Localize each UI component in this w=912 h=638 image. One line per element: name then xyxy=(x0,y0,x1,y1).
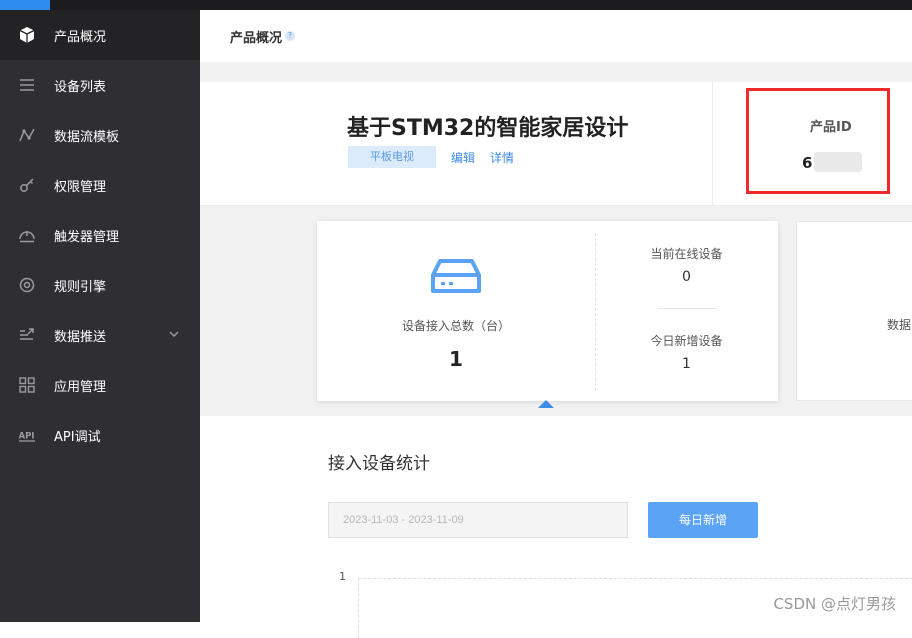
y-axis-tick: 1 xyxy=(339,570,346,583)
sidebar-item-label: 权限管理 xyxy=(54,176,106,195)
grid-icon xyxy=(18,376,36,394)
watermark: CSDN @点灯男孩 xyxy=(773,593,896,614)
key-icon xyxy=(18,176,36,194)
section-title: 接入设备统计 xyxy=(328,449,430,474)
trigger-icon xyxy=(18,226,36,244)
edit-link[interactable]: 编辑 xyxy=(451,149,475,166)
sidebar-item-label: 数据推送 xyxy=(54,326,106,345)
sidebar-item-label: 设备列表 xyxy=(54,76,106,95)
svg-text:API: API xyxy=(19,432,35,442)
date-range-input[interactable]: 2023-11-03 - 2023-11-09 xyxy=(328,502,628,538)
sidebar-item-label: 产品概况 xyxy=(54,26,106,45)
sidebar-item-label: API调试 xyxy=(54,426,101,445)
online-devices-value: 0 xyxy=(595,269,778,285)
device-stats-card: 设备接入总数（台） 1 当前在线设备 0 今日新增设备 1 xyxy=(317,221,778,401)
cube-icon xyxy=(18,26,36,44)
product-info-panel: 基于STM32的智能家居设计 平板电视 编辑 详情 产品ID 61 xyxy=(200,82,912,206)
top-bar xyxy=(0,0,912,10)
sidebar-item-permissions[interactable]: 权限管理 xyxy=(0,160,200,210)
sidebar-item-label: 规则引擎 xyxy=(54,276,106,295)
sidebar-item-device-list[interactable]: 设备列表 xyxy=(0,60,200,110)
help-icon[interactable]: ? xyxy=(285,31,295,41)
daily-new-button[interactable]: 每日新增 xyxy=(648,502,758,538)
product-name: 基于STM32的智能家居设计 xyxy=(347,110,628,142)
total-devices-label: 设备接入总数（台） xyxy=(317,317,595,334)
device-stats-section: 接入设备统计 2023-11-03 - 2023-11-09 每日新增 1 xyxy=(200,416,912,622)
new-today-label: 今日新增设备 xyxy=(595,332,778,349)
product-category-tag: 平板电视 xyxy=(348,146,436,168)
total-devices-value: 1 xyxy=(317,347,595,371)
sidebar: 产品概况 设备列表 数据流模板 权限管理 触发器管理 规则引擎 数据推送 xyxy=(0,10,200,622)
device-icon xyxy=(430,255,482,297)
active-card-pointer xyxy=(538,400,554,408)
list-icon xyxy=(18,76,36,94)
sidebar-item-triggers[interactable]: 触发器管理 xyxy=(0,210,200,260)
dataflow-icon xyxy=(18,126,36,144)
sidebar-item-label: 数据流模板 xyxy=(54,126,119,145)
sidebar-item-data-push[interactable]: 数据推送 xyxy=(0,310,200,360)
page-title: 产品概况 xyxy=(230,27,282,46)
top-accent xyxy=(0,0,50,10)
sidebar-item-api-debug[interactable]: API API调试 xyxy=(0,410,200,460)
rule-engine-icon xyxy=(18,276,36,294)
new-today-value: 1 xyxy=(595,356,778,372)
data-stats-label: 数据 xyxy=(887,316,911,333)
sidebar-item-label: 触发器管理 xyxy=(54,226,119,245)
push-icon xyxy=(18,326,36,344)
highlight-box xyxy=(746,88,890,194)
api-icon: API xyxy=(18,426,36,444)
sidebar-item-dataflow-template[interactable]: 数据流模板 xyxy=(0,110,200,160)
spacer xyxy=(200,62,912,82)
main-content: 产品概况 ? 基于STM32的智能家居设计 平板电视 编辑 详情 产品ID 61… xyxy=(200,10,912,622)
page-header: 产品概况 ? xyxy=(200,10,912,62)
sidebar-item-app-management[interactable]: 应用管理 xyxy=(0,360,200,410)
data-stats-card: 数据 xyxy=(796,221,912,401)
sidebar-item-rule-engine[interactable]: 规则引擎 xyxy=(0,260,200,310)
sidebar-item-label: 应用管理 xyxy=(54,376,106,395)
stats-separator xyxy=(657,308,717,309)
sidebar-item-product-overview[interactable]: 产品概况 xyxy=(0,10,200,60)
detail-link[interactable]: 详情 xyxy=(490,149,514,166)
divider xyxy=(712,82,713,206)
online-devices-label: 当前在线设备 xyxy=(595,245,778,262)
chevron-down-icon[interactable] xyxy=(168,328,180,340)
stats-area: 设备接入总数（台） 1 当前在线设备 0 今日新增设备 1 数据 xyxy=(200,206,912,416)
